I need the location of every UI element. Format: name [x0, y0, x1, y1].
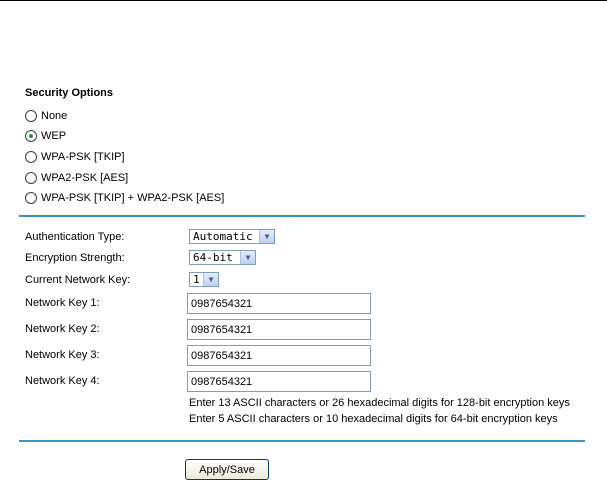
section-divider-top [19, 215, 585, 217]
radio-label-wpa2-psk-aes: WPA2-PSK [AES] [41, 172, 129, 184]
radio-label-wep: WEP [41, 130, 67, 142]
top-border [0, 0, 607, 1]
radio-wpa-wpa2-mixed[interactable] [25, 192, 37, 204]
encryption-strength-select[interactable]: 64-bit ▼ [189, 250, 256, 265]
chevron-down-icon[interactable]: ▼ [203, 273, 218, 286]
radio-option-wpa-wpa2-mixed[interactable]: WPA-PSK [TKIP] + WPA2-PSK [AES] [25, 191, 224, 205]
chevron-down-icon[interactable]: ▼ [240, 251, 255, 264]
radio-option-none[interactable]: None [25, 109, 67, 123]
chevron-down-icon[interactable]: ▼ [259, 230, 274, 243]
auth-type-select[interactable]: Automatic ▼ [189, 229, 275, 244]
network-key-4-label: Network Key 4: [25, 375, 100, 387]
encryption-strength-label: Encryption Strength: [25, 252, 125, 264]
auth-type-value: Automatic [193, 230, 253, 243]
radio-option-wpa2-psk-aes[interactable]: WPA2-PSK [AES] [25, 171, 128, 185]
radio-wpa-psk-tkip[interactable] [25, 151, 37, 163]
section-divider-bottom [19, 440, 585, 442]
radio-none[interactable] [25, 110, 37, 122]
radio-wep[interactable] [25, 130, 37, 142]
auth-type-label: Authentication Type: [25, 231, 125, 243]
hint-64-bit: Enter 5 ASCII characters or 10 hexadecim… [189, 413, 558, 425]
current-key-value: 1 [193, 273, 200, 286]
hint-128-bit: Enter 13 ASCII characters or 26 hexadeci… [189, 397, 570, 409]
current-key-select[interactable]: 1 ▼ [189, 272, 219, 287]
radio-option-wep[interactable]: WEP [25, 129, 66, 143]
network-key-3-input[interactable] [187, 345, 371, 366]
apply-save-button[interactable]: Apply/Save [185, 459, 269, 480]
radio-option-wpa-psk-tkip[interactable]: WPA-PSK [TKIP] [25, 150, 125, 164]
encryption-strength-value: 64-bit [193, 251, 233, 264]
security-options-title: Security Options [25, 87, 114, 99]
radio-wpa2-psk-aes[interactable] [25, 172, 37, 184]
radio-label-wpa-psk-tkip: WPA-PSK [TKIP] [41, 151, 125, 163]
network-key-1-input[interactable] [187, 293, 371, 314]
current-key-label: Current Network Key: [25, 274, 131, 286]
network-key-3-label: Network Key 3: [25, 349, 100, 361]
network-key-2-input[interactable] [187, 319, 371, 340]
radio-label-none: None [41, 110, 68, 122]
network-key-2-label: Network Key 2: [25, 323, 100, 335]
network-key-4-input[interactable] [187, 371, 371, 392]
radio-label-wpa-wpa2-mixed: WPA-PSK [TKIP] + WPA2-PSK [AES] [41, 192, 225, 204]
network-key-1-label: Network Key 1: [25, 297, 100, 309]
wireless-security-page: Security Options None WEP WPA-PSK [TKIP]… [0, 0, 607, 483]
